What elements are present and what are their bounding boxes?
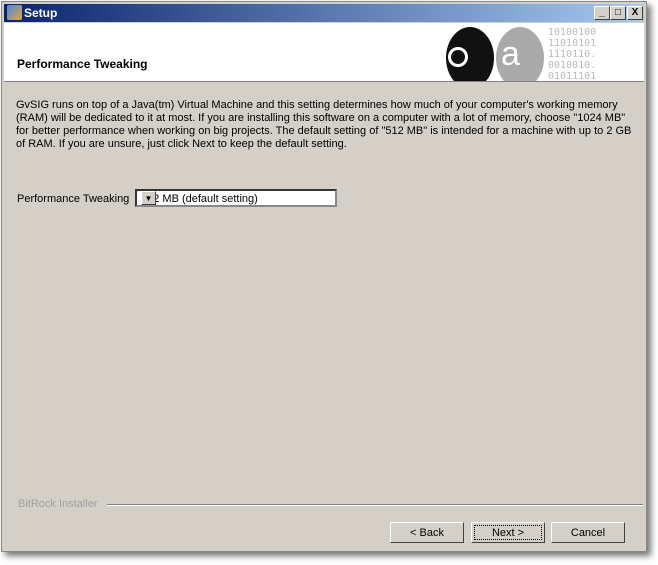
header-banner: Performance Tweaking a 10100100 11010101 1…	[4, 23, 644, 82]
minimize-button[interactable]: _	[594, 6, 610, 20]
title-bar: Setup _ □ X	[4, 4, 644, 22]
installer-brand: BitRock Installer	[18, 498, 98, 510]
dropdown-value: 512 MB (default setting)	[141, 193, 258, 205]
maximize-button[interactable]: □	[610, 6, 626, 20]
page-title: Performance Tweaking	[17, 57, 148, 71]
cancel-button[interactable]: Cancel	[551, 522, 625, 543]
close-button[interactable]: X	[627, 6, 643, 20]
back-button[interactable]: < Back	[390, 522, 464, 543]
description-text: GvSIG runs on top of a Java(tm) Virtual …	[16, 99, 632, 150]
setup-app-icon	[7, 5, 22, 20]
bitrock-logo: a 10100100 11010101 1110110. 0010010. 010111…	[446, 27, 636, 81]
chevron-down-icon[interactable]: ▼	[141, 191, 156, 205]
performance-label: Performance Tweaking	[17, 193, 130, 205]
footer-divider	[107, 504, 643, 506]
next-button[interactable]: Next >	[471, 522, 545, 543]
setup-window: Setup _ □ X Performance Tweaking a 10100…	[1, 1, 647, 552]
window-title: Setup	[24, 6, 58, 20]
performance-dropdown[interactable]: 512 MB (default setting) ▼	[135, 189, 337, 207]
